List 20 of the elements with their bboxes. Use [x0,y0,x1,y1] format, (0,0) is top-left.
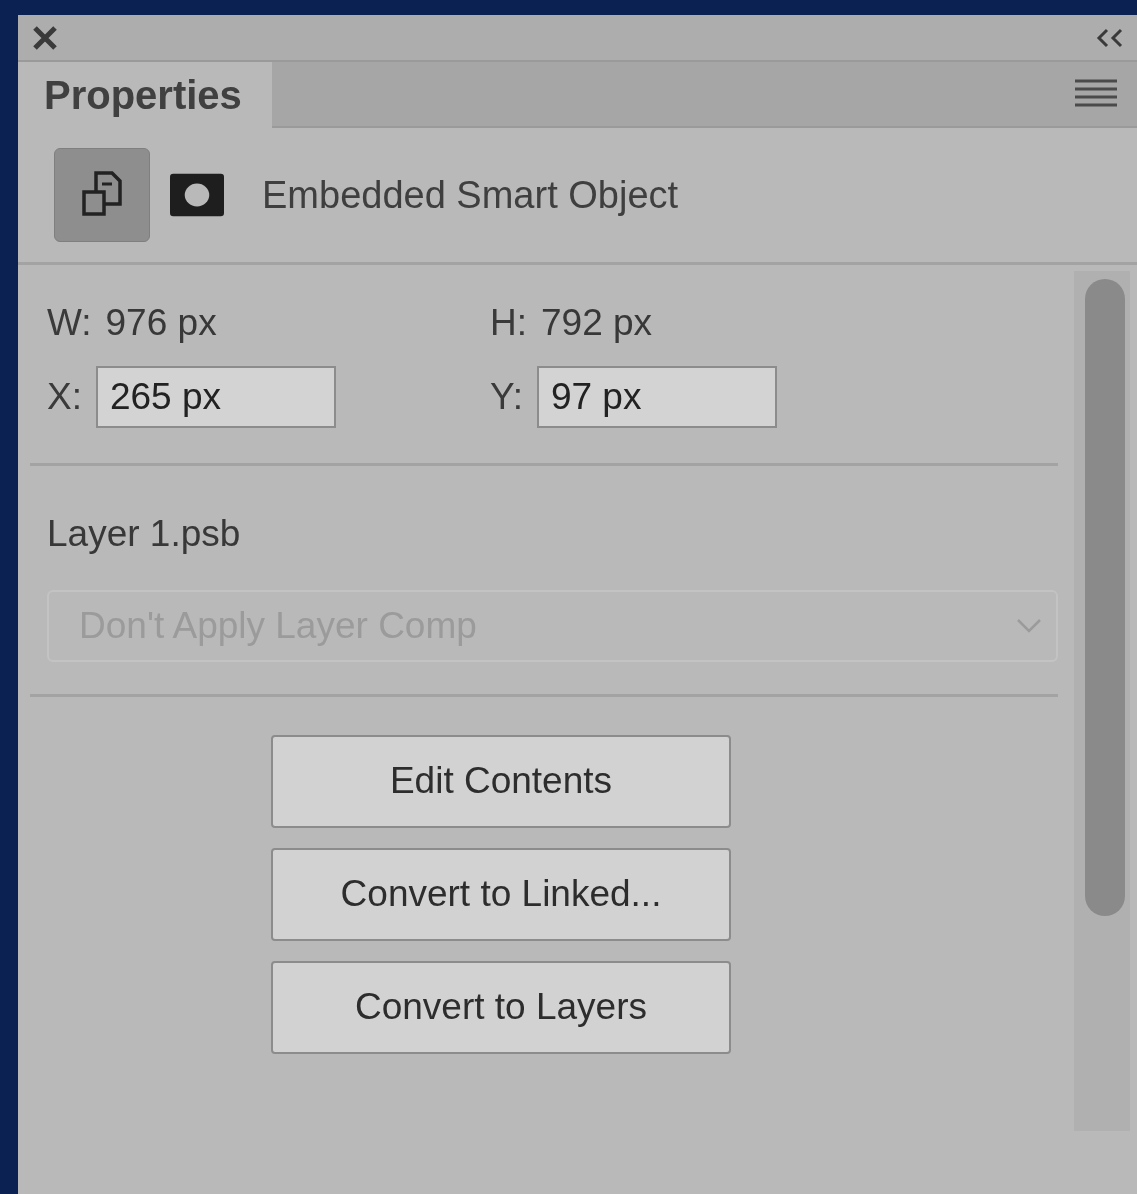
chevron-icon [1016,617,1042,634]
menu-icon[interactable] [1075,79,1117,109]
field-label: X: [47,375,82,420]
file-name: Layer 1.psb [46,512,242,556]
field-value: 792 px [541,301,653,346]
field-label: Y: [490,375,523,420]
action-button[interactable]: Convert to Linked... [271,847,731,941]
close-icon[interactable] [32,24,58,51]
field-value: 976 px [105,301,217,346]
value-field[interactable]: 265 px [95,366,336,428]
value-field[interactable]: 97 px [536,366,777,428]
panel-tab[interactable]: Properties [18,62,272,128]
action-button[interactable]: Edit Contents [271,734,731,828]
layer-type-title: Embedded Smart Object [262,172,679,218]
mode-button[interactable] [54,148,150,242]
field-label: W: [47,301,92,346]
scrollbar-thumb[interactable] [1085,279,1125,916]
collapse-icon[interactable] [1095,27,1125,48]
field-label: H: [490,301,527,346]
action-button[interactable]: Convert to Layers [271,960,731,1054]
